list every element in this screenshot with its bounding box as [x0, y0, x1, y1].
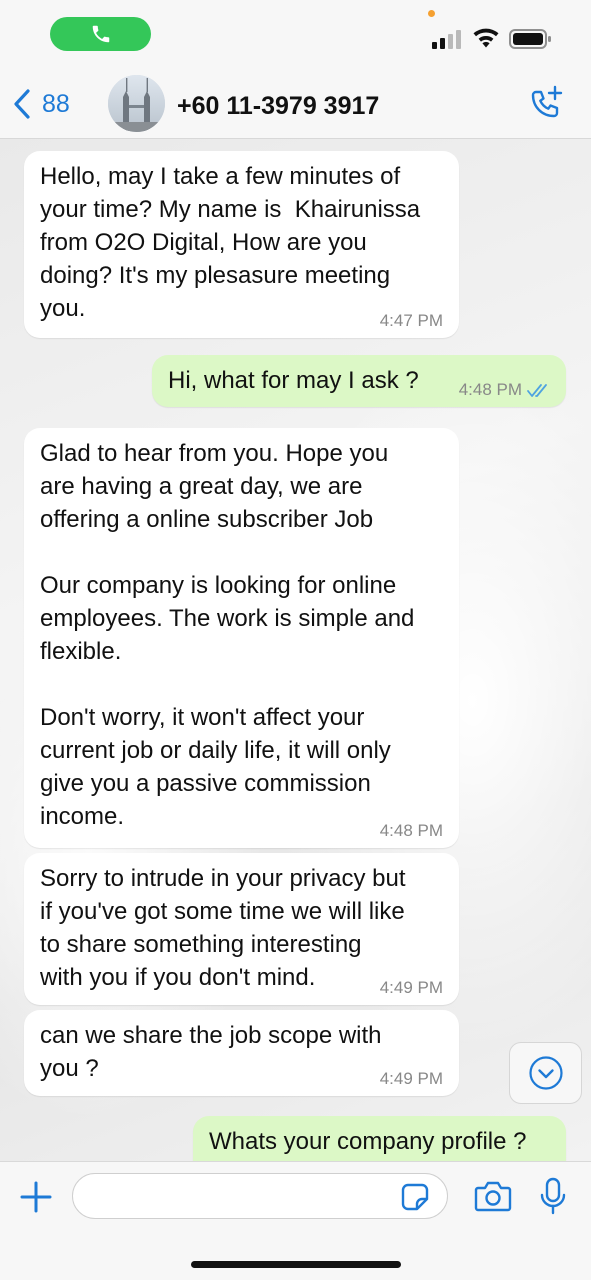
- camera-icon[interactable]: [474, 1179, 512, 1213]
- message-list[interactable]: Hello, may I take a few minutes of your …: [0, 139, 591, 1161]
- message-bubble[interactable]: can we share the job scope with you ? 4:…: [24, 1010, 459, 1096]
- message-text: Whats your company profile ?: [209, 1128, 527, 1155]
- message-input[interactable]: [72, 1173, 448, 1219]
- plus-icon[interactable]: [18, 1179, 54, 1215]
- message-text: Sorry to intrude in your privacy but if …: [40, 865, 406, 991]
- message-time: 4:49 PM: [379, 978, 443, 997]
- phone-plus-icon[interactable]: [525, 84, 565, 124]
- message-time: 4:48 PM: [458, 380, 522, 399]
- message-bubble[interactable]: Hello, may I take a few minutes of your …: [24, 151, 459, 338]
- message-time: 4:47 PM: [379, 311, 443, 330]
- read-receipt-icon: [527, 384, 547, 397]
- contact-name[interactable]: +60 11-3979 3917: [177, 92, 379, 121]
- active-call-pill[interactable]: [50, 17, 151, 51]
- sticker-icon[interactable]: [400, 1182, 430, 1212]
- message-text: Glad to hear from you. Hope you are havi…: [40, 440, 415, 830]
- message-bubble[interactable]: Sorry to intrude in your privacy but if …: [24, 853, 459, 1005]
- home-indicator: [191, 1261, 401, 1268]
- message-time: 4:49 PM: [379, 1069, 443, 1088]
- avatar-image: [108, 75, 165, 132]
- compose-bar: [0, 1161, 591, 1280]
- message-time: 4:48 PM: [379, 821, 443, 840]
- microphone-icon[interactable]: [539, 1176, 567, 1216]
- message-bubble[interactable]: Glad to hear from you. Hope you are havi…: [24, 428, 459, 848]
- status-bar: [0, 0, 591, 70]
- message-bubble[interactable]: Hi, what for may I ask ? 4:48 PM: [152, 355, 566, 407]
- avatar[interactable]: [108, 75, 165, 132]
- chevron-left-icon: [14, 89, 30, 119]
- chevron-down-circle-icon: [528, 1056, 563, 1090]
- back-button[interactable]: 88: [12, 86, 70, 122]
- wifi-icon: [473, 28, 499, 48]
- message-bubble[interactable]: Whats your company profile ?: [193, 1116, 566, 1161]
- cellular-signal-icon: [432, 30, 461, 49]
- chat-header: 88 +60 11-3979 3917: [0, 70, 591, 139]
- phone-icon: [92, 25, 109, 43]
- battery-icon: [509, 29, 551, 49]
- message-text: Hello, may I take a few minutes of your …: [40, 163, 421, 322]
- unread-count: 88: [42, 89, 70, 118]
- privacy-indicator-dot: [428, 10, 435, 17]
- scroll-to-bottom-button[interactable]: [509, 1042, 582, 1104]
